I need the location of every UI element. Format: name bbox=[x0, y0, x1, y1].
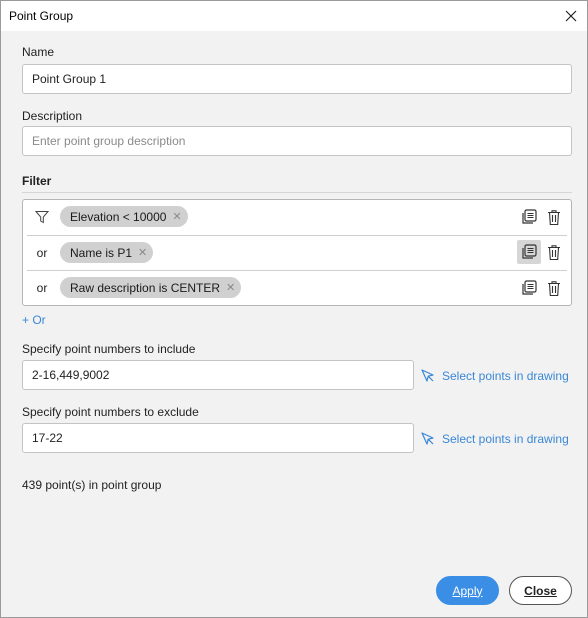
filter-chip-label: Elevation < 10000 bbox=[70, 209, 167, 224]
select-include-label: Select points in drawing bbox=[442, 369, 569, 383]
name-field[interactable]: Point Group 1 bbox=[22, 64, 572, 94]
chip-remove-icon[interactable]: ✕ bbox=[172, 210, 181, 223]
filter-chip[interactable]: Elevation < 10000 ✕ bbox=[60, 206, 188, 227]
filter-list: Elevation < 10000 ✕ or Name is P1 ✕ or R… bbox=[22, 199, 572, 306]
exclude-label: Specify point numbers to exclude bbox=[22, 405, 199, 419]
description-placeholder: Enter point group description bbox=[32, 134, 186, 148]
filter-row: or Name is P1 ✕ bbox=[27, 235, 567, 269]
close-button[interactable]: Close bbox=[509, 576, 572, 605]
filter-divider bbox=[22, 192, 572, 193]
description-label: Description bbox=[22, 109, 83, 123]
duplicate-icon[interactable] bbox=[517, 240, 541, 264]
add-or-link[interactable]: + Or bbox=[22, 313, 46, 327]
filter-row: or Raw description is CENTER ✕ bbox=[27, 270, 567, 304]
trash-icon[interactable] bbox=[542, 276, 566, 300]
point-group-dialog: Point Group Name Point Group 1 Descripti… bbox=[0, 0, 588, 618]
trash-icon[interactable] bbox=[542, 205, 566, 229]
include-label: Specify point numbers to include bbox=[22, 342, 196, 356]
exclude-value: 17-22 bbox=[32, 431, 63, 445]
or-label: or bbox=[36, 246, 48, 260]
filter-label: Filter bbox=[22, 174, 52, 188]
include-value: 2-16,449,9002 bbox=[32, 368, 110, 382]
row-divider bbox=[27, 270, 567, 271]
include-field[interactable]: 2-16,449,9002 bbox=[22, 360, 414, 390]
chip-remove-icon[interactable]: ✕ bbox=[138, 246, 147, 259]
close-icon[interactable] bbox=[555, 1, 587, 31]
filter-row: Elevation < 10000 ✕ bbox=[27, 200, 567, 234]
filter-funnel-icon bbox=[31, 208, 53, 226]
row-divider bbox=[27, 235, 567, 236]
or-label: or bbox=[36, 281, 48, 295]
dialog-title: Point Group bbox=[9, 9, 74, 23]
chip-remove-icon[interactable]: ✕ bbox=[226, 281, 235, 294]
point-count-status: 439 point(s) in point group bbox=[22, 478, 162, 492]
apply-button[interactable]: Apply bbox=[436, 576, 499, 605]
filter-chip[interactable]: Name is P1 ✕ bbox=[60, 242, 154, 263]
duplicate-icon[interactable] bbox=[517, 205, 541, 229]
filter-chip[interactable]: Raw description is CENTER ✕ bbox=[60, 277, 242, 298]
filter-chip-label: Name is P1 bbox=[70, 245, 133, 260]
title-bar: Point Group bbox=[1, 1, 587, 31]
trash-icon[interactable] bbox=[542, 240, 566, 264]
name-label: Name bbox=[22, 45, 55, 59]
cursor-select-icon bbox=[421, 369, 434, 382]
duplicate-icon[interactable] bbox=[517, 276, 541, 300]
description-field[interactable]: Enter point group description bbox=[22, 126, 572, 156]
select-exclude-label: Select points in drawing bbox=[442, 432, 569, 446]
filter-chip-label: Raw description is CENTER bbox=[70, 280, 221, 295]
select-include-points-link[interactable]: Select points in drawing bbox=[420, 368, 569, 384]
cursor-select-icon bbox=[421, 432, 434, 445]
name-value: Point Group 1 bbox=[32, 72, 107, 86]
select-exclude-points-link[interactable]: Select points in drawing bbox=[420, 431, 569, 447]
exclude-field[interactable]: 17-22 bbox=[22, 423, 414, 453]
